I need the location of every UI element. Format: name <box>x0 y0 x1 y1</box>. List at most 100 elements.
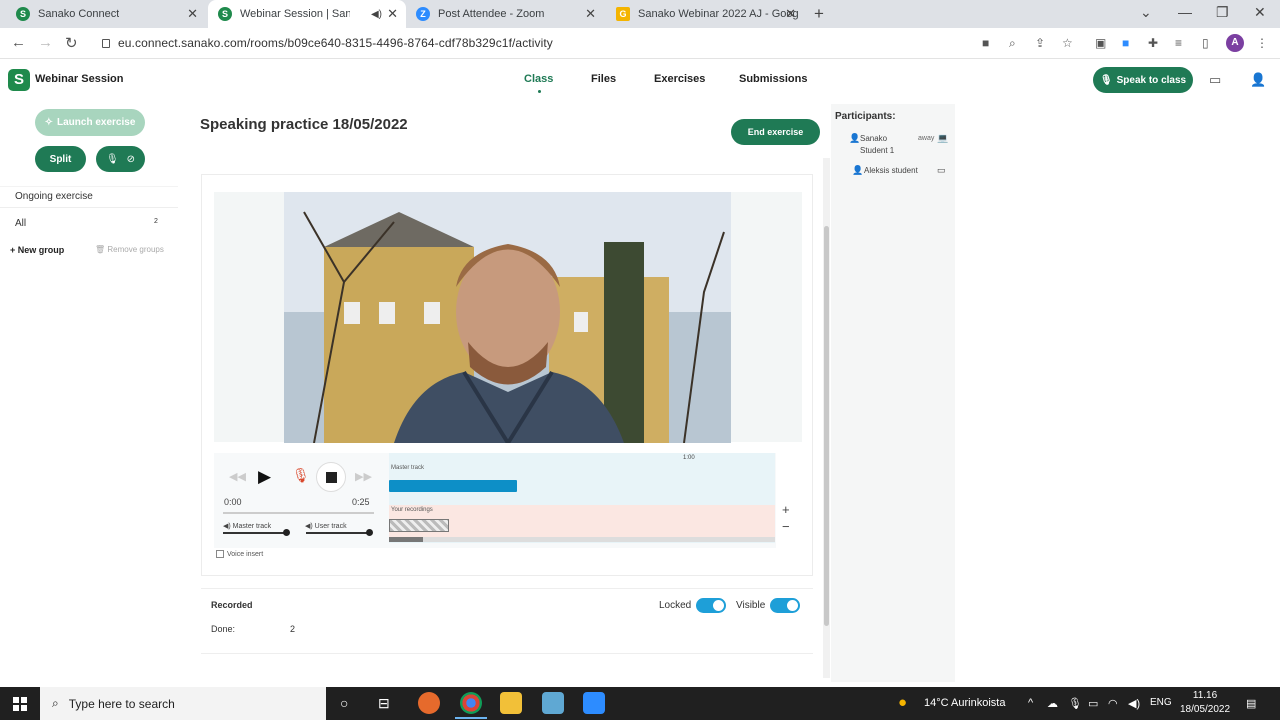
mic-toggle-group[interactable]: 🎙 ⊘ <box>96 146 145 172</box>
clock[interactable]: 11.16 18/05/2022 <box>1180 689 1230 717</box>
zoom-app-icon[interactable] <box>583 692 605 714</box>
profile-avatar[interactable]: A <box>1226 34 1244 52</box>
firefox-icon[interactable] <box>418 692 440 714</box>
forward-icon[interactable]: → <box>38 34 53 51</box>
slider-knob[interactable] <box>366 529 373 536</box>
timeline-mark: 1:00 <box>683 455 695 461</box>
close-tab-icon[interactable]: ✕ <box>187 6 198 22</box>
restore-icon[interactable]: ❐ <box>1216 4 1229 21</box>
share-icon[interactable]: ⇪ <box>1035 36 1045 50</box>
app-icon[interactable] <box>542 692 564 714</box>
user-settings-icon[interactable]: 👤 <box>1250 72 1266 88</box>
camera-icon[interactable]: ■ <box>982 36 989 50</box>
microphone-on-icon[interactable]: 🎙 <box>106 154 119 165</box>
record-microphone-icon[interactable]: 🎙 <box>292 467 310 484</box>
visible-toggle[interactable] <box>770 598 800 613</box>
slider-knob[interactable] <box>283 529 290 536</box>
media-icon[interactable]: ≡ <box>1175 36 1182 50</box>
reload-icon[interactable]: ↻ <box>65 34 78 52</box>
participant-item[interactable]: Aleksis student <box>864 165 918 177</box>
done-count: 2 <box>290 624 296 634</box>
group-all[interactable]: All <box>15 218 26 229</box>
tab-search-chevron-icon[interactable]: ⌄ <box>1140 4 1152 21</box>
stop-button[interactable] <box>316 462 346 492</box>
weather-text[interactable]: 14°C Aurinkoista <box>924 697 1005 709</box>
battery-icon[interactable]: ▭ <box>1088 697 1098 710</box>
group-all-count: 2 <box>154 218 158 225</box>
browser-tab[interactable]: G Sanako Webinar 2022 AJ - Goog ✕ <box>606 0 804 28</box>
onedrive-icon[interactable]: ☁ <box>1047 697 1058 710</box>
content-scrollbar[interactable] <box>823 158 830 678</box>
user-volume-slider[interactable] <box>306 529 373 536</box>
file-explorer-icon[interactable] <box>500 692 522 714</box>
window-close-icon[interactable]: ✕ <box>1254 4 1266 21</box>
zoom-magnifier-icon[interactable]: ⌕ <box>1009 36 1016 51</box>
remove-groups-button[interactable]: 🗑 Remove groups <box>95 245 164 254</box>
minimize-icon[interactable]: — <box>1178 4 1192 20</box>
user-icon: 👤 <box>852 165 864 175</box>
scroll-thumb[interactable] <box>824 226 829 626</box>
chat-icon[interactable]: ▭ <box>1209 72 1221 88</box>
cortana-icon[interactable]: ○ <box>340 695 348 711</box>
recording-clip[interactable] <box>389 519 449 532</box>
timeline-scrollbar[interactable] <box>389 537 775 542</box>
weather-icon: ● <box>898 694 908 711</box>
rewind-icon[interactable]: ◀◀ <box>229 470 246 483</box>
play-icon[interactable]: ▶ <box>258 467 271 487</box>
fast-forward-icon[interactable]: ▶▶ <box>355 470 372 483</box>
extension-icon[interactable]: ▣ <box>1095 36 1106 50</box>
video-player[interactable] <box>284 192 731 443</box>
close-tab-icon[interactable]: ✕ <box>785 6 796 22</box>
voice-insert-checkbox[interactable] <box>216 550 224 558</box>
seek-bar[interactable] <box>223 512 374 514</box>
close-tab-icon[interactable]: ✕ <box>387 6 398 22</box>
taskbar-search[interactable]: ⌕ Type here to search <box>40 687 326 720</box>
launch-exercise-button[interactable]: ✧ Launch exercise <box>35 109 145 136</box>
zoom-in-icon[interactable]: + <box>782 502 790 517</box>
timeline-scroll-thumb[interactable] <box>389 537 423 542</box>
master-track-clip[interactable] <box>389 480 517 492</box>
speak-to-class-button[interactable]: 🎙 Speak to class <box>1093 67 1193 93</box>
wifi-icon[interactable]: ◠ <box>1108 697 1118 710</box>
speaker-icon[interactable]: ◀) <box>371 9 382 20</box>
chevron-up-icon[interactable]: ^ <box>1028 697 1033 709</box>
end-exercise-button[interactable]: End exercise <box>731 119 820 145</box>
bookmark-star-icon[interactable]: ☆ <box>1062 36 1073 50</box>
tab-submissions[interactable]: Submissions <box>739 73 807 85</box>
close-tab-icon[interactable]: ✕ <box>585 6 596 22</box>
url-field[interactable]: eu.connect.sanako.com/rooms/b09ce640-831… <box>102 36 553 50</box>
browser-tab-active[interactable]: S Webinar Session | Sanako Cc ◀) ✕ <box>208 0 406 28</box>
locked-toggle[interactable] <box>696 598 726 613</box>
voice-insert-option[interactable]: Voice insert <box>216 550 263 558</box>
master-volume-slider[interactable] <box>223 529 290 536</box>
tab-files[interactable]: Files <box>591 73 616 85</box>
language-indicator[interactable]: ENG <box>1150 697 1172 708</box>
notifications-icon[interactable]: ▤ <box>1246 697 1256 710</box>
participant-item[interactable]: Sanako Student 1 <box>860 133 894 157</box>
search-icon: ⌕ <box>52 696 59 710</box>
back-icon[interactable]: ← <box>11 34 26 51</box>
menu-kebab-icon[interactable]: ⋮ <box>1256 36 1268 50</box>
tab-exercises[interactable]: Exercises <box>654 73 705 85</box>
split-button[interactable]: Split <box>35 146 86 172</box>
puzzle-icon[interactable]: ✚ <box>1148 36 1158 50</box>
side-panel-icon[interactable]: ▯ <box>1202 36 1209 50</box>
browser-tab[interactable]: S Sanako Connect ✕ <box>6 0 206 28</box>
speak-to-class-label: Speak to class <box>1116 74 1187 86</box>
windows-start-icon[interactable] <box>13 697 27 711</box>
microphone-icon[interactable]: 🎙 <box>1068 697 1082 710</box>
new-group-button[interactable]: + New group <box>10 245 64 255</box>
microphone-off-icon[interactable]: ⊘ <box>127 154 135 165</box>
lock-icon <box>102 39 110 48</box>
chrome-icon[interactable] <box>460 692 482 714</box>
tab-class[interactable]: Class <box>524 73 553 93</box>
browser-tab[interactable]: Z Post Attendee - Zoom ✕ <box>406 0 604 28</box>
volume-icon[interactable]: ◀) <box>1128 697 1140 710</box>
wand-icon: ✧ <box>44 117 53 128</box>
tab-title: Sanako Connect <box>38 8 120 20</box>
zoom-out-icon[interactable]: − <box>782 519 790 534</box>
new-tab-icon[interactable]: + <box>814 4 824 24</box>
task-view-icon[interactable]: ⊟ <box>378 695 390 712</box>
zoom-extension-icon[interactable]: ■ <box>1122 36 1129 50</box>
visible-label: Visible <box>736 600 766 611</box>
